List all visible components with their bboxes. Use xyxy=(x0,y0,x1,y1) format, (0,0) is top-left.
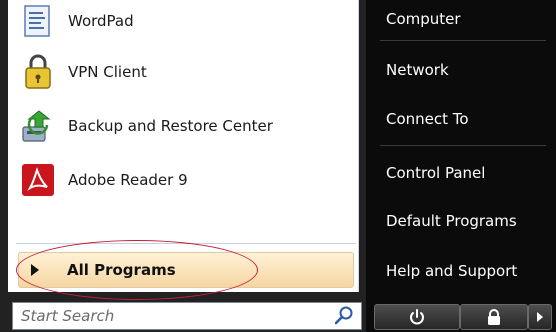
right-menu-divider xyxy=(380,40,546,41)
program-item-adobe-reader[interactable]: Adobe Reader 9 xyxy=(8,157,358,203)
program-item-backup-restore[interactable]: Backup and Restore Center xyxy=(8,103,358,149)
right-menu-control-panel[interactable]: Control Panel xyxy=(386,164,485,182)
program-label: Adobe Reader 9 xyxy=(68,171,188,189)
shutdown-options-button[interactable] xyxy=(528,304,552,330)
program-list-divider xyxy=(16,243,356,244)
right-menu-computer[interactable]: Computer xyxy=(386,10,461,28)
program-item-wordpad[interactable]: WordPad xyxy=(8,0,358,44)
right-menu-help-support[interactable]: Help and Support xyxy=(386,262,517,280)
start-search-box[interactable] xyxy=(12,302,362,330)
all-programs-label: All Programs xyxy=(67,261,176,279)
lock-button[interactable] xyxy=(460,304,528,330)
power-icon xyxy=(410,309,424,325)
triangle-right-icon xyxy=(31,264,39,276)
program-label: Backup and Restore Center xyxy=(68,117,273,135)
vpn-lock-icon xyxy=(18,52,58,92)
wordpad-icon xyxy=(18,1,58,41)
program-label: WordPad xyxy=(68,12,134,30)
right-menu-network[interactable]: Network xyxy=(386,61,449,79)
pinned-program-list: WordPad VPN Client Backup and Restore Ce… xyxy=(8,0,359,292)
all-programs-button[interactable]: All Programs xyxy=(18,252,354,288)
power-button[interactable] xyxy=(374,304,460,330)
right-menu-divider xyxy=(380,145,546,146)
chevron-right-icon xyxy=(537,312,543,322)
start-menu-left-pane: WordPad VPN Client Backup and Restore Ce… xyxy=(0,0,366,332)
backup-restore-icon xyxy=(18,106,58,146)
right-menu-default-programs[interactable]: Default Programs xyxy=(386,212,517,230)
adobe-reader-icon xyxy=(18,160,58,200)
lock-icon xyxy=(488,309,500,325)
search-input[interactable] xyxy=(13,306,333,326)
program-label: VPN Client xyxy=(68,63,147,81)
start-menu-right-pane: Computer Network Connect To Control Pane… xyxy=(366,0,556,332)
right-menu-connect-to[interactable]: Connect To xyxy=(386,110,469,128)
search-icon[interactable] xyxy=(333,305,355,327)
program-item-vpn-client[interactable]: VPN Client xyxy=(8,49,358,95)
